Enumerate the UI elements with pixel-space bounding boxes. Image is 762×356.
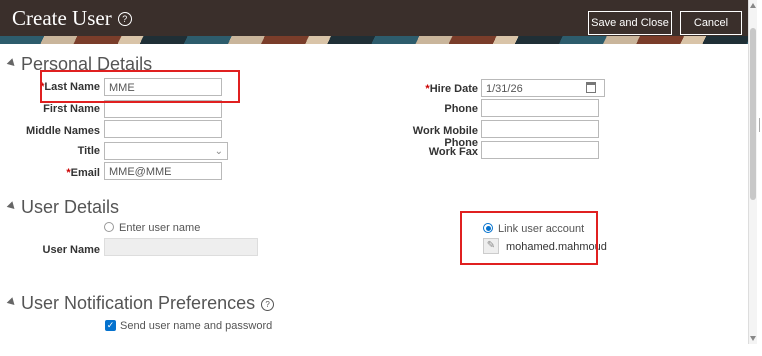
phone-input[interactable] [481, 99, 599, 117]
user-details-header[interactable]: User Details [6, 197, 120, 218]
send-credentials-label: Send user name and password [120, 320, 273, 332]
page-title-text: Create User [12, 6, 112, 30]
hire-date-label: *Hire Date [380, 83, 478, 95]
right-edge-panel [757, 0, 762, 356]
user-details-title: User Details [21, 197, 120, 217]
page-header: Create User? Save and Close Cancel [0, 0, 748, 44]
enter-user-name-radio[interactable] [104, 222, 114, 232]
title-select[interactable]: ⌄ [104, 142, 228, 160]
hire-date-input[interactable]: 1/31/26 [481, 79, 605, 97]
link-account-highlight-box [460, 211, 598, 265]
scroll-up-arrow-icon[interactable] [750, 3, 756, 8]
email-input[interactable]: MME@MME [104, 162, 222, 180]
chevron-down-icon[interactable]: ⌄ [215, 143, 223, 161]
middle-names-input[interactable] [104, 120, 222, 138]
last-name-highlight-box [40, 70, 240, 103]
email-label-text: Email [70, 167, 100, 179]
send-credentials-checkbox[interactable]: ✓ [105, 320, 116, 331]
work-fax-input[interactable] [481, 141, 599, 159]
scrollbar-thumb[interactable] [750, 28, 756, 200]
enter-user-name-label: Enter user name [119, 222, 201, 234]
scroll-down-arrow-icon[interactable] [750, 336, 756, 341]
calendar-icon[interactable] [586, 82, 596, 93]
middle-names-label: Middle Names [26, 125, 100, 137]
first-name-label: First Name [43, 103, 100, 115]
save-and-close-button[interactable]: Save and Close [588, 11, 672, 35]
help-icon[interactable]: ? [261, 298, 275, 311]
user-name-label: User Name [42, 244, 100, 256]
vertical-scrollbar[interactable] [748, 0, 757, 344]
user-name-input [104, 238, 258, 256]
hire-date-value: 1/31/26 [486, 83, 523, 95]
collapse-triangle-icon[interactable] [6, 201, 18, 212]
work-fax-label: Work Fax [428, 146, 478, 158]
title-label: Title [77, 145, 100, 157]
cancel-button[interactable]: Cancel [680, 11, 742, 35]
phone-label: Phone [444, 103, 478, 115]
edge-divider [759, 118, 760, 132]
page-title: Create User? [12, 6, 132, 31]
collapse-triangle-icon[interactable] [6, 58, 18, 69]
help-icon[interactable]: ? [117, 12, 132, 26]
work-mobile-phone-input[interactable] [481, 120, 599, 138]
email-label: *Email [20, 167, 100, 179]
header-decorative-stripe [0, 36, 748, 44]
user-notification-preferences-header[interactable]: User Notification Preferences? [6, 293, 275, 314]
collapse-triangle-icon[interactable] [6, 297, 18, 308]
hire-date-label-text: Hire Date [429, 83, 478, 95]
notification-preferences-title: User Notification Preferences [21, 293, 256, 313]
